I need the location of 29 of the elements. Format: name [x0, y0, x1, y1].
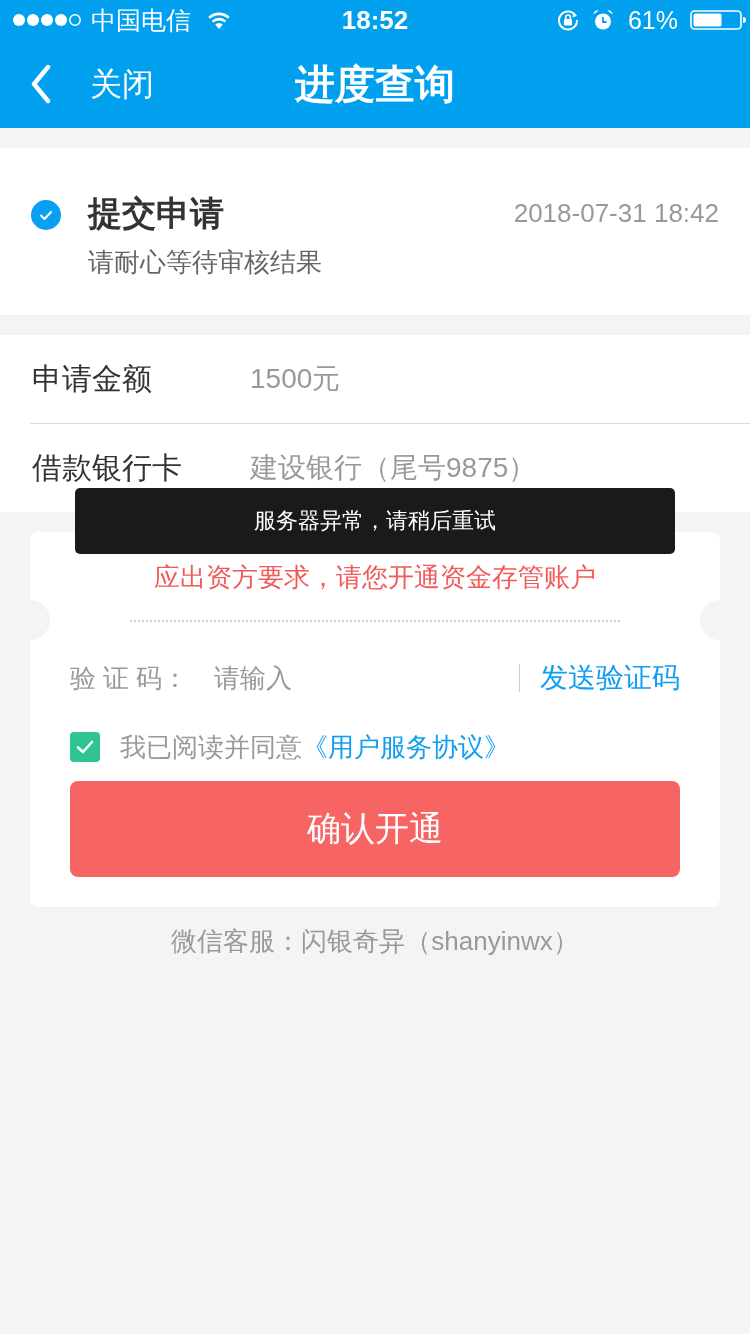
page-title: 进度查询 — [295, 61, 455, 108]
code-input-field[interactable]: 请输入 — [214, 658, 509, 698]
rotation-lock-icon — [555, 8, 580, 32]
detail-label: 申请金额 — [32, 363, 153, 395]
back-label: 关闭 — [90, 65, 154, 104]
notice-text: 应出资方要求，请您开通资金存管账户 — [153, 561, 597, 594]
detail-value: 1500元 — [250, 363, 341, 395]
code-label: 验 证 码： — [70, 662, 190, 695]
chevron-left-icon — [30, 64, 52, 104]
step-time: 2018-07-31 18:42 — [513, 197, 719, 230]
alarm-clock-icon — [591, 9, 614, 31]
confirm-button[interactable]: 确认开通 — [70, 781, 680, 877]
step-note: 请耐心等待审核结果 — [88, 246, 323, 279]
support-text: 微信客服：闪银奇异（shanyinwx） — [170, 925, 580, 958]
wifi-icon — [207, 11, 231, 29]
battery-icon — [690, 10, 746, 30]
checkbox-checked-icon[interactable] — [70, 732, 100, 762]
signal-dots-icon — [12, 13, 82, 27]
status-time: 18:52 — [341, 5, 409, 35]
detail-value: 建设银行（尾号9875） — [250, 452, 537, 484]
agreement-text: 我已阅读并同意《用户服务协议》 — [120, 731, 510, 764]
agreement-link[interactable]: 《用户服务协议》 — [302, 732, 510, 762]
back-button[interactable]: 关闭 — [0, 64, 154, 104]
send-code-button[interactable]: 发送验证码 — [540, 659, 680, 697]
toast-message: 服务器异常，请稍后重试 — [254, 507, 496, 535]
battery-percent: 61% — [627, 5, 678, 35]
detail-label: 借款银行卡 — [32, 452, 183, 484]
carrier-name: 中国电信 — [91, 5, 191, 35]
step-title: 提交申请 — [88, 193, 224, 233]
